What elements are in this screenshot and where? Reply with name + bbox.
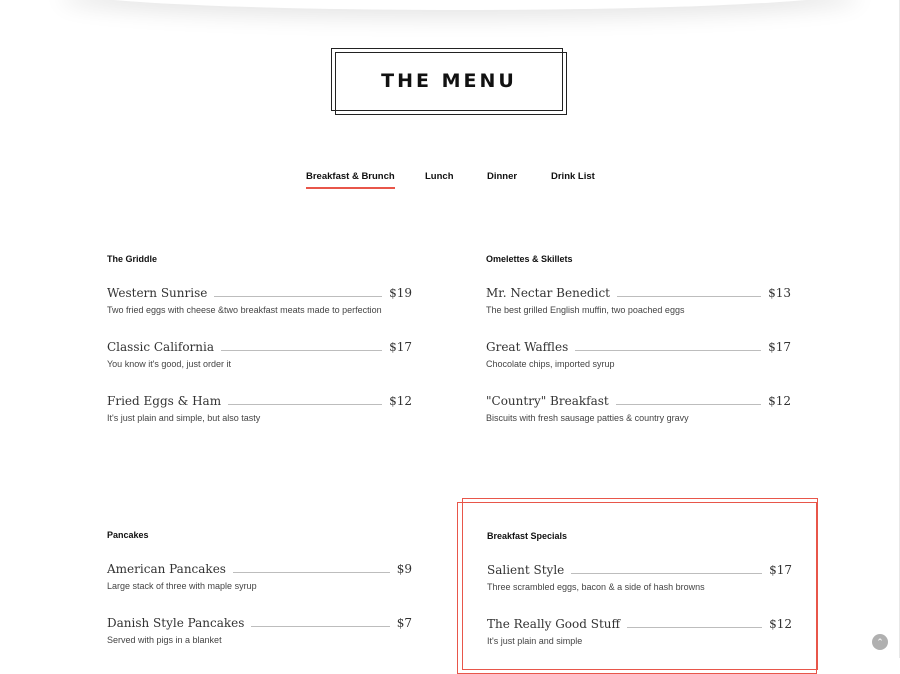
item-price: $12 xyxy=(769,617,792,631)
item-price: $13 xyxy=(768,286,791,300)
item-name: Danish Style Pancakes xyxy=(107,616,245,630)
page-title: THE MENU xyxy=(381,70,517,92)
leader-line xyxy=(214,296,383,297)
item-price: $9 xyxy=(396,562,412,576)
item-price: $7 xyxy=(396,616,412,630)
leader-line xyxy=(575,350,762,351)
menu-item: "Country" Breakfast $12 Biscuits with fre… xyxy=(486,390,791,423)
item-price: $12 xyxy=(389,394,412,408)
menu-item: Great Waffles $17 Chocolate chips, import… xyxy=(486,336,791,369)
item-description: Two fried eggs with cheese &two breakfas… xyxy=(107,305,382,315)
section-title: Breakfast Specials xyxy=(487,531,568,541)
item-name: Great Waffles xyxy=(486,340,569,354)
menu-item: American Pancakes $9 Large stack of three… xyxy=(107,558,412,591)
item-price: $17 xyxy=(389,340,412,354)
section-title: Pancakes xyxy=(107,530,149,540)
section-omelettes-skillets: Omelettes & Skillets Mr. Nectar Benedict… xyxy=(486,254,791,434)
header-shadow xyxy=(60,0,860,10)
section-title: Omelettes & Skillets xyxy=(486,254,573,264)
item-price: $17 xyxy=(768,340,791,354)
item-name: Salient Style xyxy=(487,563,565,577)
item-description: The best grilled English muffin, two poa… xyxy=(486,305,685,315)
menu-item: Danish Style Pancakes $7 Served with pigs… xyxy=(107,612,412,645)
leader-line xyxy=(615,404,762,405)
item-name: Classic California xyxy=(107,340,214,354)
item-price: $19 xyxy=(389,286,412,300)
tab-dinner[interactable]: Dinner xyxy=(487,171,517,182)
tab-drink-list[interactable]: Drink List xyxy=(551,171,595,182)
item-price: $17 xyxy=(769,563,792,577)
section-title: The Griddle xyxy=(107,254,158,264)
tab-breakfast-brunch[interactable]: Breakfast & Brunch xyxy=(306,171,395,189)
leader-line xyxy=(221,350,383,351)
menu-item: Fried Eggs & Ham $12 It's just plain and … xyxy=(107,390,412,423)
item-name: "Country" Breakfast xyxy=(486,394,609,408)
menu-title-box: THE MENU xyxy=(331,48,567,115)
item-description: You know it's good, just order it xyxy=(107,359,231,369)
leader-line xyxy=(617,296,762,297)
item-description: Biscuits with fresh sausage patties & co… xyxy=(486,413,689,423)
item-name: Western Sunrise xyxy=(107,286,208,300)
section-the-griddle: The Griddle Western Sunrise $19 Two fried… xyxy=(107,254,412,434)
item-name: The Really Good Stuff xyxy=(487,617,621,631)
scroll-to-top-button[interactable]: ⌃ xyxy=(872,634,888,650)
item-name: Fried Eggs & Ham xyxy=(107,394,222,408)
menu-item: Western Sunrise $19 Two fried eggs with c… xyxy=(107,282,412,315)
leader-line xyxy=(232,572,390,573)
section-pancakes: Pancakes American Pancakes $9 Large stack… xyxy=(107,530,412,658)
leader-line xyxy=(251,626,390,627)
tab-lunch[interactable]: Lunch xyxy=(425,171,454,182)
leader-line xyxy=(571,573,763,574)
chevron-up-icon: ⌃ xyxy=(876,637,884,647)
menu-item: Classic California $17 You know it's good… xyxy=(107,336,412,369)
menu-item: Salient Style $17 Three scrambled eggs, b… xyxy=(487,559,792,592)
item-description: It's just plain and simple xyxy=(487,636,583,646)
menu-tabs: Breakfast & Brunch Lunch Dinner Drink Li… xyxy=(0,171,900,195)
item-price: $12 xyxy=(768,394,791,408)
leader-line xyxy=(228,404,383,405)
menu-item: The Really Good Stuff $12 It's just plain… xyxy=(487,613,792,646)
item-name: American Pancakes xyxy=(107,562,226,576)
item-name: Mr. Nectar Benedict xyxy=(486,286,610,300)
item-description: Chocolate chips, imported syrup xyxy=(486,359,615,369)
item-description: Served with pigs in a blanket xyxy=(107,635,222,645)
leader-line xyxy=(627,627,763,628)
item-description: Three scrambled eggs, bacon & a side of … xyxy=(487,582,705,592)
section-breakfast-specials: Breakfast Specials Salient Style $17 Thre… xyxy=(487,531,792,658)
item-description: It's just plain and simple, but also tas… xyxy=(107,413,261,423)
item-description: Large stack of three with maple syrup xyxy=(107,581,257,591)
menu-item: Mr. Nectar Benedict $13 The best grilled … xyxy=(486,282,791,315)
